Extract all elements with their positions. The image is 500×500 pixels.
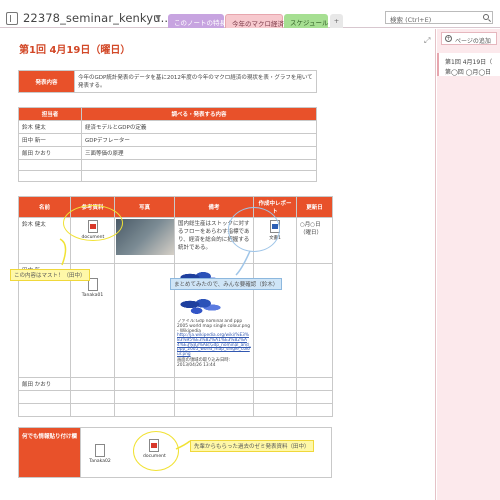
notebook-icon: [6, 12, 18, 25]
tab-features[interactable]: このノートの特長: [168, 14, 226, 28]
add-page-label: ページの追加: [455, 38, 491, 45]
add-page-button[interactable]: + ページの追加: [441, 32, 497, 45]
plus-icon: +: [445, 35, 452, 42]
search-placeholder: 検索 (Ctrl+E): [390, 16, 432, 24]
page-item-2[interactable]: 第◯回 ◯月◯日: [445, 67, 491, 76]
search-icon[interactable]: [483, 14, 489, 20]
chevron-down-icon[interactable]: [155, 15, 161, 20]
annotation-must[interactable]: この内容はマスト！（田中）: [10, 269, 90, 281]
tab-schedule[interactable]: スケジュール: [284, 14, 329, 28]
notebook-title[interactable]: 22378_seminar_kenkyu...: [23, 11, 172, 25]
page-list: + ページの追加 第1回 4月19日（ 第◯回 ◯月◯日: [437, 29, 500, 500]
page-item-1[interactable]: 第1回 4月19日（: [445, 57, 492, 66]
annotation-prev[interactable]: 先輩からもらった過去のゼミ発表資料（田中）: [190, 440, 314, 452]
tab-macro-economy[interactable]: 今年のマクロ経済: [225, 14, 284, 28]
ink-strokes: [59, 238, 251, 450]
title-bar: 22378_seminar_kenkyu... このノートの特長 今年のマクロ経…: [0, 0, 500, 28]
annotation-summary[interactable]: まとめてみたので、みんな要確認（鈴木）: [170, 278, 283, 290]
page-canvas: 第1回 4月19日（曜日） ⤢ 発表内容 今年のGDP統計発表のデータを基に20…: [0, 29, 436, 500]
add-section-tab[interactable]: +: [330, 14, 343, 28]
search-input[interactable]: 検索 (Ctrl+E): [385, 11, 493, 24]
